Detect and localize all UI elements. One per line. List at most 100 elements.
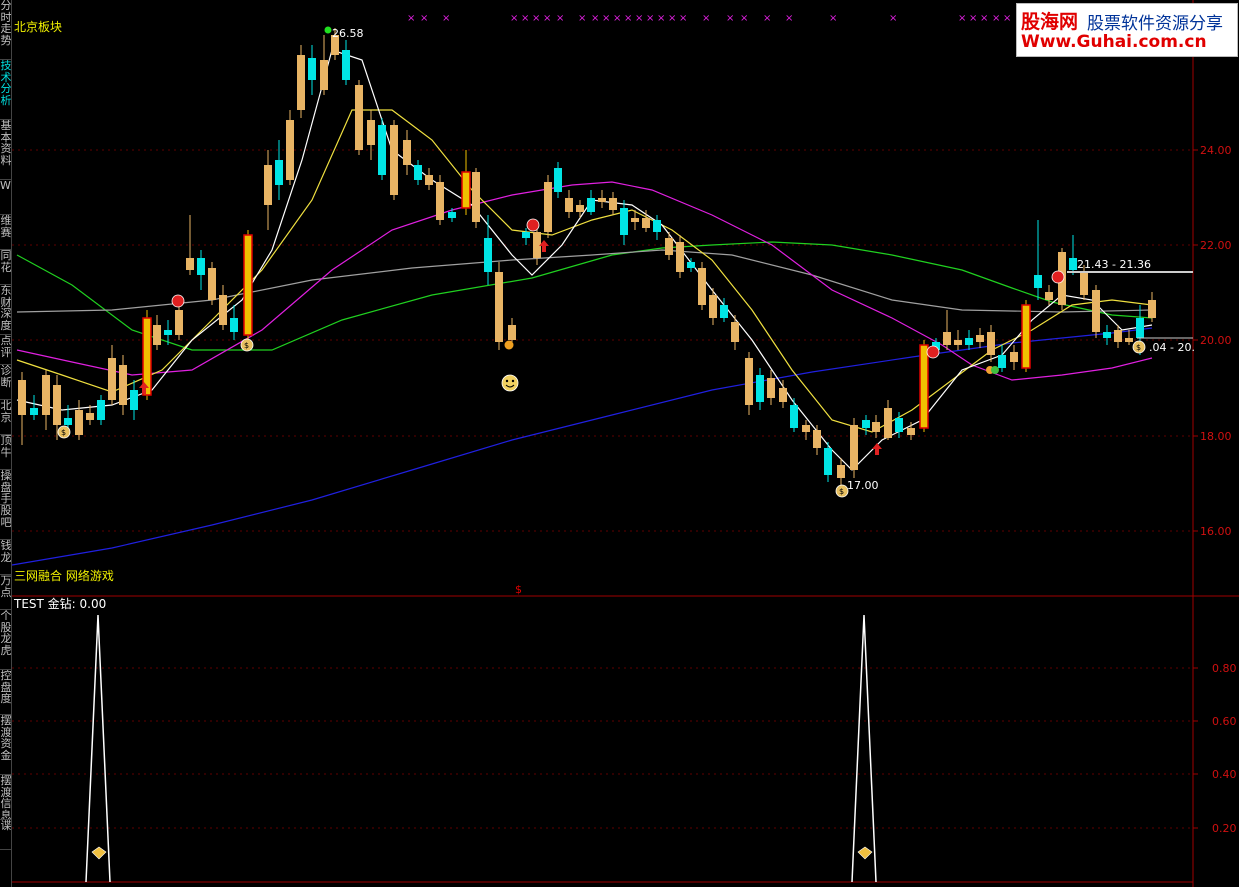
sidebar-tab[interactable]: 钱龙: [0, 540, 11, 575]
sidebar-tab[interactable]: 万点: [0, 575, 11, 610]
candle-body: [620, 208, 628, 235]
svg-text:$: $: [61, 428, 66, 437]
candle-body: [42, 375, 50, 415]
x-marker-icon: ×: [591, 13, 599, 24]
candle-body: [824, 448, 832, 475]
candle-body: [965, 338, 973, 345]
orange-marker-icon: [504, 340, 514, 350]
x-marker-icon: ×: [602, 13, 610, 24]
sidebar-tab[interactable]: 分时走势: [0, 0, 11, 60]
candle-body: [355, 85, 363, 150]
x-marker-icon: ×: [726, 13, 734, 24]
candle-body: [642, 218, 650, 228]
x-marker-icon: ×: [889, 13, 897, 24]
x-marker-icon: ×: [442, 13, 450, 24]
candle-body: [425, 175, 433, 185]
guhai-logo[interactable]: 股海网 股票软件资源分享 Www.Guhai.com.cn: [1016, 3, 1238, 57]
candle-body: [508, 325, 516, 340]
sidebar-tab[interactable]: 摆渡信息: [0, 775, 11, 820]
candle-body: [119, 365, 127, 405]
candle-body: [390, 125, 398, 195]
red-ball-icon: [171, 294, 185, 308]
candle-body: [544, 182, 552, 232]
candle-body: [1021, 304, 1031, 369]
money-bag-icon: $: [240, 338, 254, 352]
candle-body: [461, 171, 471, 209]
candle-body: [1034, 275, 1042, 288]
sidebar-tab[interactable]: 基本资料: [0, 120, 11, 180]
candle-body: [598, 198, 606, 202]
x-marker-icon: ×: [532, 13, 540, 24]
candle-body: [86, 413, 94, 420]
sidebar-tab[interactable]: 摆渡资金: [0, 715, 11, 775]
sidebar-tab[interactable]: 技术分析: [0, 60, 11, 120]
signal-spike: [851, 614, 877, 883]
candle-body: [230, 318, 238, 332]
candle-body: [367, 120, 375, 145]
bottom-marker: $: [515, 583, 522, 596]
candle-body: [884, 408, 892, 438]
candle-body: [609, 198, 617, 210]
candle-body: [631, 218, 639, 222]
candle-body: [1103, 332, 1111, 338]
candle-body: [954, 340, 962, 345]
sidebar-tab[interactable]: 谍: [0, 820, 11, 850]
candle-body: [1010, 352, 1018, 362]
sidebar-tab[interactable]: 点评: [0, 335, 11, 365]
candle-body: [414, 165, 422, 180]
price-tick: 24.00: [1200, 144, 1232, 157]
x-marker-icon: ×: [510, 13, 518, 24]
candle-body: [164, 330, 172, 335]
sidebar-tab[interactable]: 北京: [0, 400, 11, 435]
low-price-label: 17.00: [847, 479, 879, 492]
candle-body: [175, 310, 183, 335]
x-marker-icon: ×: [668, 13, 676, 24]
candle-body: [219, 295, 227, 325]
sidebar-tab[interactable]: 个股龙虎: [0, 610, 11, 670]
candle-body: [850, 425, 858, 470]
sub-tick: 0.40: [1212, 768, 1237, 781]
sidebar-tab[interactable]: 控盘度: [0, 670, 11, 715]
x-marker-icon: ×: [679, 13, 687, 24]
candle-body: [484, 238, 492, 272]
candle-body: [698, 268, 706, 305]
x-marker-icon: ×: [543, 13, 551, 24]
sidebar-tab[interactable]: 同花: [0, 250, 11, 285]
candle-body: [1148, 300, 1156, 318]
x-marker-icon: ×: [980, 13, 988, 24]
candle-body: [1114, 330, 1122, 342]
chart-canvas[interactable]: 24.00 22.00 20.00 18.00 16.00 0.80 0.60 …: [12, 0, 1239, 887]
money-bag-icon: $: [835, 484, 849, 498]
sidebar-tab[interactable]: WIND: [0, 180, 11, 215]
sidebar-tab[interactable]: 东财深度: [0, 285, 11, 335]
sidebar-tab[interactable]: 维赛: [0, 215, 11, 250]
x-marker-icon: ×: [624, 13, 632, 24]
candle-body: [286, 120, 294, 180]
sidebar-tab[interactable]: 股吧: [0, 505, 11, 540]
sidebar-tab[interactable]: 诊断: [0, 365, 11, 400]
candle-body: [448, 212, 456, 218]
logo-slogan: 股票软件资源分享: [1087, 14, 1223, 34]
candle-body: [197, 258, 205, 275]
candle-body: [378, 125, 386, 175]
sidebar-tab[interactable]: 顶牛: [0, 435, 11, 470]
candle-body: [1125, 338, 1133, 342]
x-marker-icon: ×: [635, 13, 643, 24]
x-marker-icon: ×: [521, 13, 529, 24]
candle-body: [720, 305, 728, 318]
x-marker-icon: ×: [556, 13, 564, 24]
candle-body: [687, 262, 695, 268]
candle-body: [709, 295, 717, 318]
candle-body: [872, 422, 880, 432]
candle-body: [130, 390, 138, 410]
candle-body: [1092, 290, 1100, 332]
gold-diamond-icon: [91, 846, 873, 860]
x-marker-icon: ×: [646, 13, 654, 24]
sidebar-tab[interactable]: 操盘手: [0, 470, 11, 505]
candle-body: [264, 165, 272, 205]
candle-body: [653, 220, 661, 232]
sub-grid: [12, 667, 1193, 829]
green-marker-icon: [324, 26, 332, 34]
concept-tags: 三网融合 网络游戏: [14, 568, 114, 583]
candle-body: [998, 355, 1006, 368]
